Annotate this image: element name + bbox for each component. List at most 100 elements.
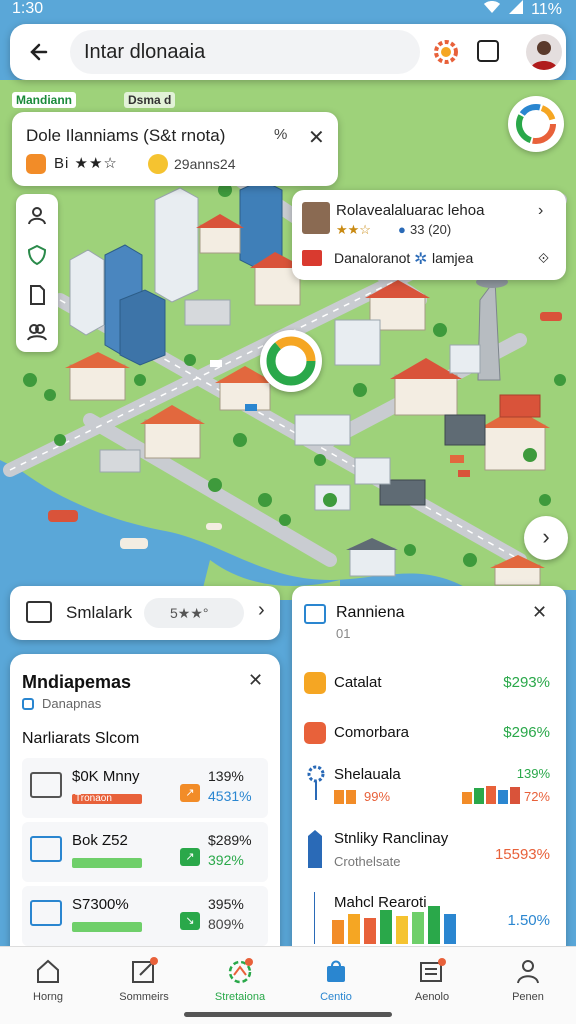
document-icon[interactable] <box>26 284 48 306</box>
list-icon <box>30 900 62 926</box>
category-icon <box>304 722 326 744</box>
search-input[interactable] <box>70 30 420 74</box>
map-label-green: Mandiann <box>12 92 76 108</box>
battery-text: 11% <box>531 0 562 18</box>
navigate-icon[interactable]: ⟐ <box>538 250 549 267</box>
nav-item-news[interactable]: Aenolo <box>384 957 480 1013</box>
mini-bars <box>334 790 356 804</box>
expand-chevron-button[interactable]: › <box>524 516 568 560</box>
map-tool-stack <box>16 194 58 352</box>
place-photo <box>302 202 330 234</box>
chevron-right-icon[interactable]: › <box>258 599 265 622</box>
nav-item-home[interactable]: Horng <box>0 957 96 1013</box>
list-item[interactable]: $0K Mnny Tronaon ↗ 139% 4531% <box>22 758 268 818</box>
place-detail-b: lamjea <box>432 250 474 266</box>
list-item-bar: Tronaon <box>72 794 142 804</box>
list-item-change: 4531% <box>208 788 252 804</box>
list-item-value: $289% <box>208 832 252 848</box>
stack-icon <box>30 772 62 798</box>
signal-icon <box>509 0 524 19</box>
building-icon <box>304 604 326 624</box>
nav-item-route[interactable]: Stretaiona <box>192 957 288 1013</box>
info-card-subtitle: 29anns24 <box>174 156 236 172</box>
row-left-value: 99% <box>364 789 391 804</box>
shield-icon[interactable] <box>26 244 48 266</box>
home-icon <box>34 957 62 985</box>
close-icon[interactable]: ✕ <box>308 125 325 150</box>
category-icon <box>26 154 46 174</box>
list-item-title: S7300% <box>72 896 129 913</box>
flag-icon <box>302 250 322 266</box>
close-icon[interactable]: ✕ <box>532 602 547 623</box>
row-subtitle: Crothelsate <box>334 854 401 869</box>
info-card-percent: % <box>274 126 288 143</box>
back-arrow-icon[interactable] <box>26 38 54 66</box>
place-meta: 33 (20) <box>410 222 452 237</box>
nav-label: Aenolo <box>414 991 450 1003</box>
status-time: 1:30 <box>12 0 44 17</box>
left-data-panel: Mndiapemas ✕ Danapnas Narliarats Slcom $… <box>10 654 280 954</box>
panel-title: Mndiapemas <box>22 672 132 692</box>
tabs-square-icon[interactable] <box>477 40 499 62</box>
status-bar: 1:30 11% <box>0 0 576 20</box>
row-value: 1.50% <box>507 912 550 929</box>
route-icon <box>226 957 254 985</box>
row-title: Catalat <box>334 674 382 691</box>
list-item[interactable]: S7300% ↘ 395% 809% <box>22 886 268 946</box>
ring-pin-icon <box>266 336 316 386</box>
list-item-change: 392% <box>208 852 244 868</box>
list-item-title: Bok Z52 <box>72 832 128 849</box>
top-search-bar <box>10 24 566 80</box>
place-rating: ★★☆ <box>336 222 371 237</box>
filter-input[interactable] <box>144 598 244 628</box>
check-badge-icon <box>148 154 168 174</box>
nav-label: Horng <box>33 991 63 1003</box>
row-value: $296% <box>503 724 550 741</box>
group-icon[interactable] <box>26 320 48 342</box>
status-icons: 11% <box>483 0 562 19</box>
row-value: 15593% <box>494 846 550 863</box>
row-title: Stnliky Ranclinay <box>334 830 449 847</box>
bag-icon <box>322 957 350 985</box>
info-card-title: Dole Ilanniams (S&t rnota) <box>26 126 226 145</box>
nav-item-profile[interactable]: Penen <box>480 957 576 1013</box>
list-item-bar <box>72 922 142 932</box>
dot-icon: ● <box>398 222 406 237</box>
nav-item-bag[interactable]: Centio <box>288 957 384 1013</box>
right-data-panel: Ranniena 01 ✕ Catalat $293% Comorbara $2… <box>292 586 566 954</box>
close-icon[interactable]: ✕ <box>248 670 263 691</box>
home-indicator <box>184 1012 392 1017</box>
info-icon <box>22 698 34 710</box>
mini-bar-chart <box>462 786 520 804</box>
wifi-icon <box>483 0 501 19</box>
info-card[interactable]: Dole Ilanniams (S&t rnota) % ✕ Bi ★★☆ 29… <box>12 112 338 186</box>
row-right-value: 72% <box>523 789 550 804</box>
ring-chart-icon <box>516 104 556 144</box>
person-icon[interactable] <box>26 204 48 226</box>
gear-icon[interactable] <box>432 38 460 66</box>
box-icon <box>30 836 62 862</box>
news-icon <box>418 957 446 985</box>
list-item[interactable]: Bok Z52 ↗ $289% 392% <box>22 822 268 882</box>
panel-title: Ranniena <box>336 604 405 621</box>
location-pin[interactable] <box>260 330 322 392</box>
list-item-change: 809% <box>208 916 244 932</box>
nav-item-compose[interactable]: Sommeirs <box>96 957 192 1013</box>
bar-chart <box>314 892 456 944</box>
category-icon <box>304 672 326 694</box>
layers-ring-button[interactable] <box>508 96 564 152</box>
sun-icon <box>304 764 328 805</box>
list-item-bar <box>72 858 142 868</box>
place-card[interactable]: Rolavealaluarac lehoa › ★★☆ ● 33 (20) Da… <box>292 190 566 280</box>
map-label-dark: Dsma d <box>124 92 176 108</box>
folder-icon <box>26 601 52 623</box>
chevron-right-icon[interactable]: › <box>538 202 543 220</box>
section-heading: Narliarats Slcom <box>22 730 140 747</box>
info-card-rating: Bi ★★☆ <box>54 155 118 172</box>
compose-icon <box>130 957 158 985</box>
avatar[interactable] <box>526 34 562 70</box>
trend-icon: ↘ <box>180 912 200 930</box>
place-detail-a: Danaloranot <box>334 250 411 266</box>
nav-label: Sommeirs <box>119 991 169 1003</box>
trend-icon: ↗ <box>180 784 200 802</box>
